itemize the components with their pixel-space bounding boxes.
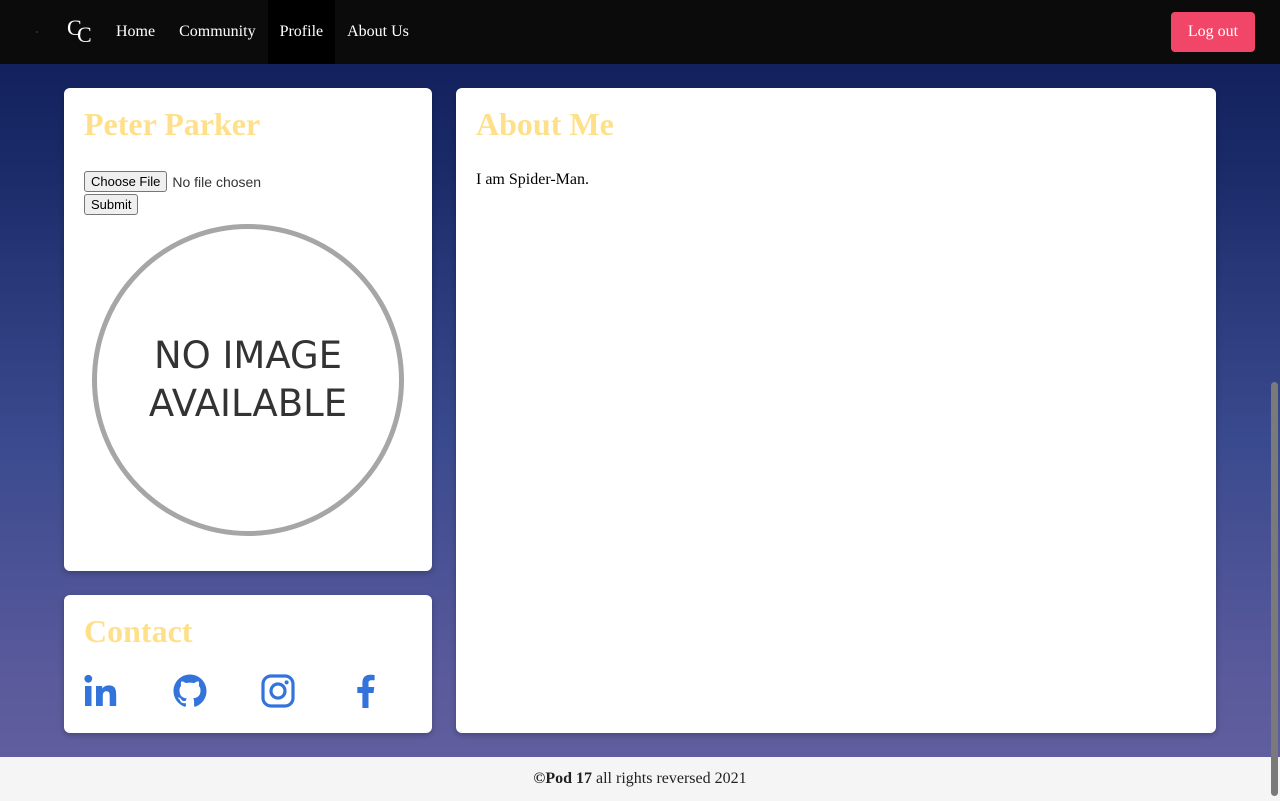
scrollbar[interactable] — [1271, 382, 1278, 796]
placeholder-text-line1: NO IMAGE — [153, 334, 343, 377]
navbar-burger-placeholder — [36, 31, 38, 33]
footer: ©Pod 17 all rights reversed 2021 — [0, 757, 1280, 801]
nav-links: Home Community Profile About Us — [104, 0, 421, 64]
footer-text: all rights reversed 2021 — [592, 770, 747, 787]
profile-image-placeholder: NO IMAGE AVAILABLE — [92, 224, 404, 536]
navbar: C C Home Community Profile About Us Log … — [0, 0, 1280, 64]
placeholder-text-line2: AVAILABLE — [148, 382, 348, 425]
about-text: I am Spider-Man. — [476, 171, 589, 188]
profile-name: Peter Parker — [84, 106, 261, 142]
choose-file-button[interactable]: Choose File — [84, 171, 168, 192]
logout-button[interactable]: Log out — [1171, 12, 1255, 52]
contact-card: Contact — [64, 595, 432, 733]
submit-button[interactable]: Submit — [84, 194, 139, 215]
facebook-icon[interactable] — [348, 673, 384, 709]
profile-card: Peter Parker Choose File No file chosen … — [64, 88, 432, 571]
instagram-icon[interactable] — [260, 673, 296, 709]
about-title: About Me — [476, 106, 614, 142]
linkedin-icon[interactable] — [84, 673, 120, 709]
logo-letter: C — [77, 22, 92, 47]
github-icon[interactable] — [172, 673, 208, 709]
footer-brand: ©Pod 17 — [533, 770, 592, 787]
cc-logo[interactable]: C C — [67, 17, 93, 47]
nav-link-about-us[interactable]: About Us — [335, 0, 421, 64]
file-upload-row: Choose File No file chosen — [84, 171, 261, 192]
nav-link-community[interactable]: Community — [167, 0, 267, 64]
nav-link-profile[interactable]: Profile — [267, 0, 336, 64]
nav-link-home[interactable]: Home — [104, 0, 167, 64]
about-card: About Me I am Spider-Man. — [456, 88, 1216, 733]
file-status-text: No file chosen — [172, 173, 262, 190]
contact-title: Contact — [84, 613, 193, 649]
